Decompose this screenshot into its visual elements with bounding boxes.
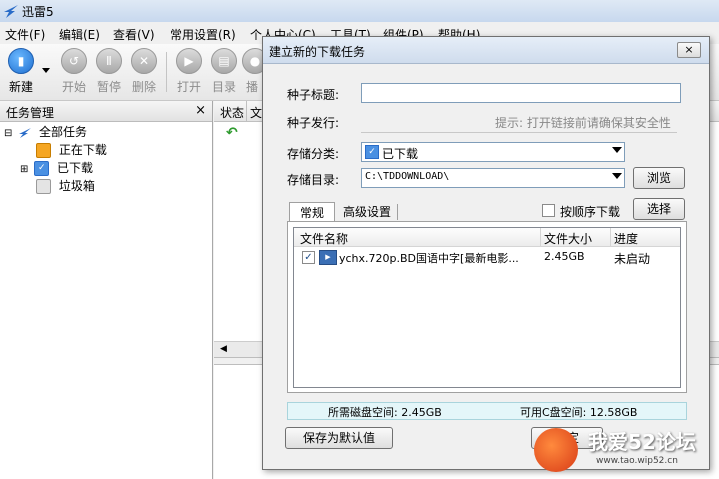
chevron-down-icon [612,147,622,153]
folder-icon: ▤ [211,48,237,74]
pause-button[interactable]: Ⅱ 暂停 [92,48,126,98]
dialog-title: 建立新的下载任务 [269,45,366,59]
pause-icon: Ⅱ [96,48,122,74]
task-manager-panel: 任务管理 × ⊟ 全部任务 正在下载 ⊞ ✓ 已下载 垃圾箱 [0,101,213,479]
menu-edit[interactable]: 编辑(E) [59,26,100,43]
downloaded-check-icon: ✓ [365,145,379,159]
browse-button[interactable]: 浏览 [633,167,685,189]
seed-title-label: 种子标题: [287,88,340,102]
column-status[interactable]: 状态 [220,104,244,121]
category-select[interactable]: ✓ 已下载 [361,142,625,162]
task-manager-header: 任务管理 × [0,101,212,122]
thunder-logo-icon [4,5,18,18]
chevron-down-icon [612,173,622,179]
disk-space-bar: 所需磁盘空间: 2.45GB 可用C盘空间: 12.58GB [287,402,687,420]
column-file-size[interactable]: 文件大小 [544,230,592,247]
save-default-button[interactable]: 保存为默认值 [285,427,393,449]
sequential-checkbox[interactable] [542,204,555,217]
safety-hint: 提示: 打开链接前请确保其安全性 [495,116,671,130]
tree-item-downloaded[interactable]: ⊞ ✓ 已下载 [20,159,93,177]
column-divider [540,228,541,246]
watermark-url: www.tao.wip52.cn [596,456,678,466]
menu-file[interactable]: 文件(F) [5,26,45,43]
tree-item-all-tasks[interactable]: ⊟ 全部任务 [4,123,87,141]
seed-title-input[interactable] [361,83,681,103]
media-icon: ● [242,48,262,74]
tab-advanced[interactable]: 高级设置 [337,204,398,220]
delete-icon: ✕ [131,48,157,74]
watermark-logo: 我爱52论坛 www.tao.wip52.cn [528,422,719,479]
column-progress[interactable]: 进度 [614,230,638,247]
seed-publish-label: 种子发行: [287,116,340,130]
column-name[interactable]: 文 [250,104,262,121]
watermark-text: 我爱52论坛 [588,430,696,454]
file-checkbox[interactable]: ✓ [302,251,315,264]
directory-button[interactable]: ▤ 目录 [207,48,241,98]
column-divider [246,101,247,121]
column-divider [610,228,611,246]
watermark-seal-icon [534,428,578,472]
downloading-icon [36,143,51,158]
trash-icon [36,179,51,194]
toolbar-separator [166,52,167,92]
delete-button[interactable]: ✕ 删除 [127,48,161,98]
new-doc-icon: ▮ [8,48,34,74]
collapse-icon[interactable]: ⊟ [4,128,12,139]
app-title-bar: 迅雷5 [0,0,719,22]
refresh-arrow-icon: ↶ [226,125,238,141]
scroll-left-icon[interactable]: ◀ [220,344,227,354]
play-button[interactable]: ● 播 [242,48,262,98]
menu-view[interactable]: 查看(V) [113,26,155,43]
select-button[interactable]: 选择 [633,198,685,220]
new-dropdown-icon[interactable] [42,68,50,73]
disk-available: 可用C盘空间: 12.58GB [520,406,638,419]
start-icon: ↺ [61,48,87,74]
start-button[interactable]: ↺ 开始 [57,48,91,98]
table-row[interactable]: ✓ ▶ ychx.720p.BD国语中字[最新电影... 2.45GB 未启动 [294,248,680,266]
video-file-icon: ▶ [319,250,337,265]
disk-needed: 所需磁盘空间: 2.45GB [328,406,442,419]
tree-item-trash[interactable]: 垃圾箱 [36,177,95,195]
sequential-label: 按顺序下载 [560,205,621,219]
expand-icon[interactable]: ⊞ [20,164,28,175]
downloaded-check-icon: ✓ [34,161,50,176]
directory-select[interactable]: C:\TDDOWNLOAD\ [361,168,625,188]
thunder-logo-icon [19,127,32,138]
open-button[interactable]: ▶ 打开 [172,48,206,98]
dialog-title-bar: 建立新的下载任务 × [263,37,709,64]
task-manager-title: 任务管理 [6,106,55,120]
directory-label: 存储目录: [287,173,340,187]
play-icon: ▶ [176,48,202,74]
new-download-dialog: 建立新的下载任务 × 种子标题: 种子发行: 提示: 打开链接前请确保其安全性 … [262,36,710,470]
file-list: 文件名称 文件大小 进度 ✓ ▶ ychx.720p.BD国语中字[最新电影..… [293,227,681,388]
separator [361,132,677,133]
new-task-button[interactable]: ▮ 新建 [4,48,38,98]
app-title: 迅雷5 [22,5,54,19]
file-list-header: 文件名称 文件大小 进度 [294,228,680,247]
menu-settings[interactable]: 常用设置(R) [170,26,236,43]
tab-content-frame: 文件名称 文件大小 进度 ✓ ▶ ychx.720p.BD国语中字[最新电影..… [287,221,687,393]
tree-item-downloading[interactable]: 正在下载 [36,141,107,159]
category-label: 存储分类: [287,147,340,161]
close-icon[interactable]: × [195,103,206,118]
tab-normal[interactable]: 常规 [289,202,335,223]
column-file-name[interactable]: 文件名称 [300,230,348,247]
dialog-close-button[interactable]: × [677,42,701,58]
